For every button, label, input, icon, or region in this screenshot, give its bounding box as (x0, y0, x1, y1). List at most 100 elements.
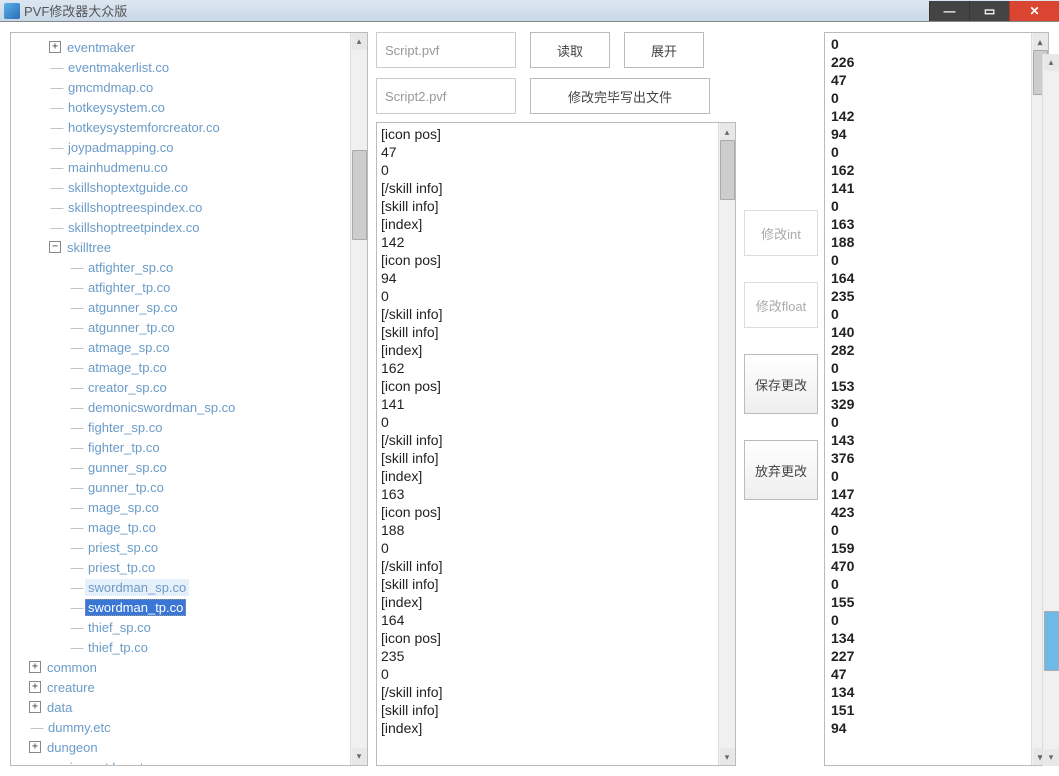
value-line[interactable]: 0 (831, 575, 1042, 593)
value-line[interactable]: 151 (831, 701, 1042, 719)
tree-scrollbar[interactable]: ▴ ▾ (350, 33, 367, 765)
close-button[interactable]: ✕ (1009, 1, 1059, 21)
tree-item[interactable]: —skillshoptreetpindex.co (13, 217, 365, 237)
tree-item[interactable]: —hotkeysystemforcreator.co (13, 117, 365, 137)
tree-item[interactable]: —priest_sp.co (13, 537, 365, 557)
value-line[interactable]: 155 (831, 593, 1042, 611)
tree-item[interactable]: +data (13, 697, 365, 717)
tree-item[interactable]: —eventmakerlist.co (13, 57, 365, 77)
tree-item[interactable]: +creature (13, 677, 365, 697)
value-line[interactable]: 159 (831, 539, 1042, 557)
tree-item[interactable]: +common (13, 657, 365, 677)
tree-item[interactable]: —mainhudmenu.co (13, 157, 365, 177)
tree-item[interactable]: —gunner_tp.co (13, 477, 365, 497)
value-line[interactable]: 94 (831, 125, 1042, 143)
value-line[interactable]: 376 (831, 449, 1042, 467)
scroll-down-icon[interactable]: ▾ (352, 748, 367, 765)
tree-item[interactable]: —thief_tp.co (13, 637, 365, 657)
tree-item[interactable]: —gmcmdmap.co (13, 77, 365, 97)
window-scrollbar[interactable]: ▴ ▾ (1042, 54, 1059, 766)
tree-item[interactable]: —dummy.etc (13, 717, 365, 737)
tree-item[interactable]: —gunner_sp.co (13, 457, 365, 477)
expand-button[interactable]: 展开 (624, 32, 704, 68)
value-line[interactable]: 226 (831, 53, 1042, 71)
value-line[interactable]: 227 (831, 647, 1042, 665)
value-line[interactable]: 0 (831, 89, 1042, 107)
expand-icon[interactable]: + (29, 701, 41, 713)
tree-item[interactable]: —atfighter_tp.co (13, 277, 365, 297)
value-line[interactable]: 0 (831, 305, 1042, 323)
tree-item[interactable]: —demonicswordman_sp.co (13, 397, 365, 417)
maximize-button[interactable]: ▭ (969, 1, 1009, 21)
value-line[interactable]: 134 (831, 683, 1042, 701)
script2-input[interactable] (376, 78, 516, 114)
value-line[interactable]: 0 (831, 251, 1042, 269)
scroll-up-icon[interactable]: ▴ (1033, 33, 1048, 50)
writeout-button[interactable]: 修改完毕写出文件 (530, 78, 710, 114)
tree-item[interactable]: +dungeon (13, 737, 365, 757)
tree-item[interactable]: —fighter_tp.co (13, 437, 365, 457)
scroll-up-icon[interactable]: ▴ (352, 33, 367, 50)
discard-changes-button[interactable]: 放弃更改 (744, 440, 818, 500)
tree-item[interactable]: —mage_sp.co (13, 497, 365, 517)
value-line[interactable]: 0 (831, 35, 1042, 53)
value-line[interactable]: 94 (831, 719, 1042, 737)
tree-item[interactable]: —swordman_tp.co (13, 597, 365, 617)
tree-item[interactable]: —priest_tp.co (13, 557, 365, 577)
minimize-button[interactable]: — (929, 1, 969, 21)
tree-item[interactable]: —equipment.kor.str (13, 757, 365, 766)
collapse-icon[interactable]: − (49, 241, 61, 253)
tree-item[interactable]: —atgunner_sp.co (13, 297, 365, 317)
tree-item[interactable]: —skillshoptreespindex.co (13, 197, 365, 217)
tree-item[interactable]: +eventmaker (13, 37, 365, 57)
value-line[interactable]: 470 (831, 557, 1042, 575)
value-line[interactable]: 0 (831, 359, 1042, 377)
value-line[interactable]: 142 (831, 107, 1042, 125)
value-line[interactable]: 163 (831, 215, 1042, 233)
value-line[interactable]: 0 (831, 521, 1042, 539)
tree-item[interactable]: —thief_sp.co (13, 617, 365, 637)
scroll-thumb[interactable] (1044, 611, 1059, 671)
tree-item[interactable]: —mage_tp.co (13, 517, 365, 537)
value-line[interactable]: 143 (831, 431, 1042, 449)
value-line[interactable]: 282 (831, 341, 1042, 359)
expand-icon[interactable]: + (49, 41, 61, 53)
value-line[interactable]: 47 (831, 71, 1042, 89)
expand-icon[interactable]: + (29, 741, 41, 753)
value-line[interactable]: 0 (831, 197, 1042, 215)
textbox-scrollbar[interactable]: ▴ ▾ (718, 123, 735, 765)
scroll-up-icon[interactable]: ▴ (1044, 54, 1059, 71)
scroll-down-icon[interactable]: ▾ (720, 748, 735, 765)
tree-item[interactable]: —swordman_sp.co (13, 577, 365, 597)
tree-item[interactable]: −skilltree (13, 237, 365, 257)
scroll-up-icon[interactable]: ▴ (720, 123, 735, 140)
value-line[interactable]: 0 (831, 611, 1042, 629)
scroll-thumb[interactable] (352, 150, 367, 240)
tree-item[interactable]: —creator_sp.co (13, 377, 365, 397)
tree-item[interactable]: —hotkeysystem.co (13, 97, 365, 117)
expand-icon[interactable]: + (29, 681, 41, 693)
tree-item[interactable]: —atgunner_tp.co (13, 317, 365, 337)
value-line[interactable]: 162 (831, 161, 1042, 179)
tree-item[interactable]: —atmage_tp.co (13, 357, 365, 377)
value-line[interactable]: 0 (831, 143, 1042, 161)
modify-float-button[interactable]: 修改float (744, 282, 818, 328)
script1-input[interactable] (376, 32, 516, 68)
value-line[interactable]: 153 (831, 377, 1042, 395)
script-content-box[interactable]: [icon pos] 47 0 [/skill info] [skill inf… (376, 122, 736, 766)
value-line[interactable]: 0 (831, 467, 1042, 485)
value-line[interactable]: 164 (831, 269, 1042, 287)
save-changes-button[interactable]: 保存更改 (744, 354, 818, 414)
file-tree[interactable]: +eventmaker—eventmakerlist.co—gmcmdmap.c… (10, 32, 368, 766)
expand-icon[interactable]: + (29, 661, 41, 673)
value-line[interactable]: 329 (831, 395, 1042, 413)
value-line[interactable]: 147 (831, 485, 1042, 503)
value-line[interactable]: 47 (831, 665, 1042, 683)
read-button[interactable]: 读取 (530, 32, 610, 68)
tree-item[interactable]: —joypadmapping.co (13, 137, 365, 157)
value-line[interactable]: 423 (831, 503, 1042, 521)
tree-item[interactable]: —atmage_sp.co (13, 337, 365, 357)
value-line[interactable]: 141 (831, 179, 1042, 197)
modify-int-button[interactable]: 修改int (744, 210, 818, 256)
scroll-thumb[interactable] (720, 140, 735, 200)
